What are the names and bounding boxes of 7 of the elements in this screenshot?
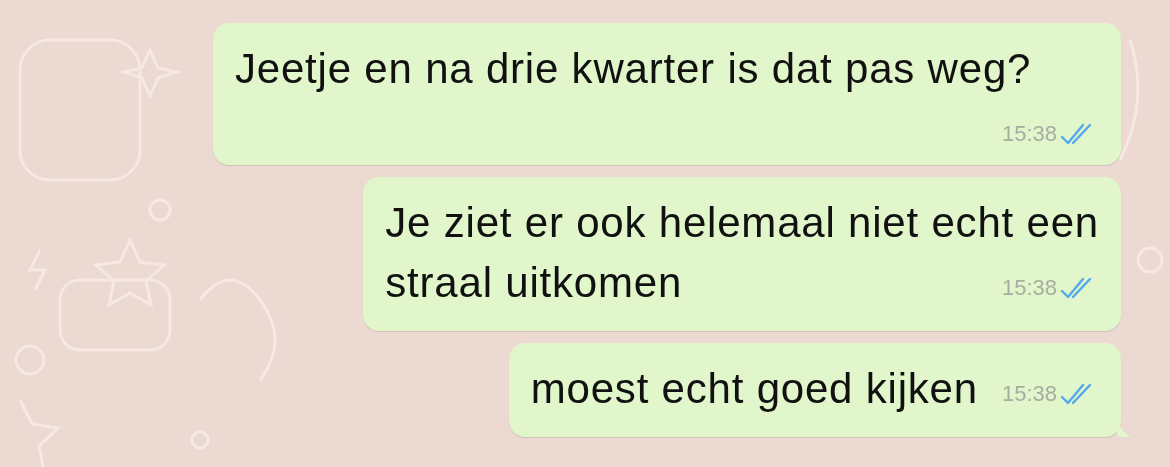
message-time: 15:38 <box>1001 381 1057 407</box>
message-time: 15:38 <box>1001 121 1057 147</box>
message-text: straal uitkomen <box>385 259 683 306</box>
message-text: Je ziet er ook helemaal niet echt een <box>385 199 1099 246</box>
message-text: moest echt goed kijken <box>530 365 978 412</box>
message-text: Jeetje en na drie kwarter is dat pas weg? <box>235 45 1032 92</box>
message-time: 15:38 <box>1001 275 1057 301</box>
